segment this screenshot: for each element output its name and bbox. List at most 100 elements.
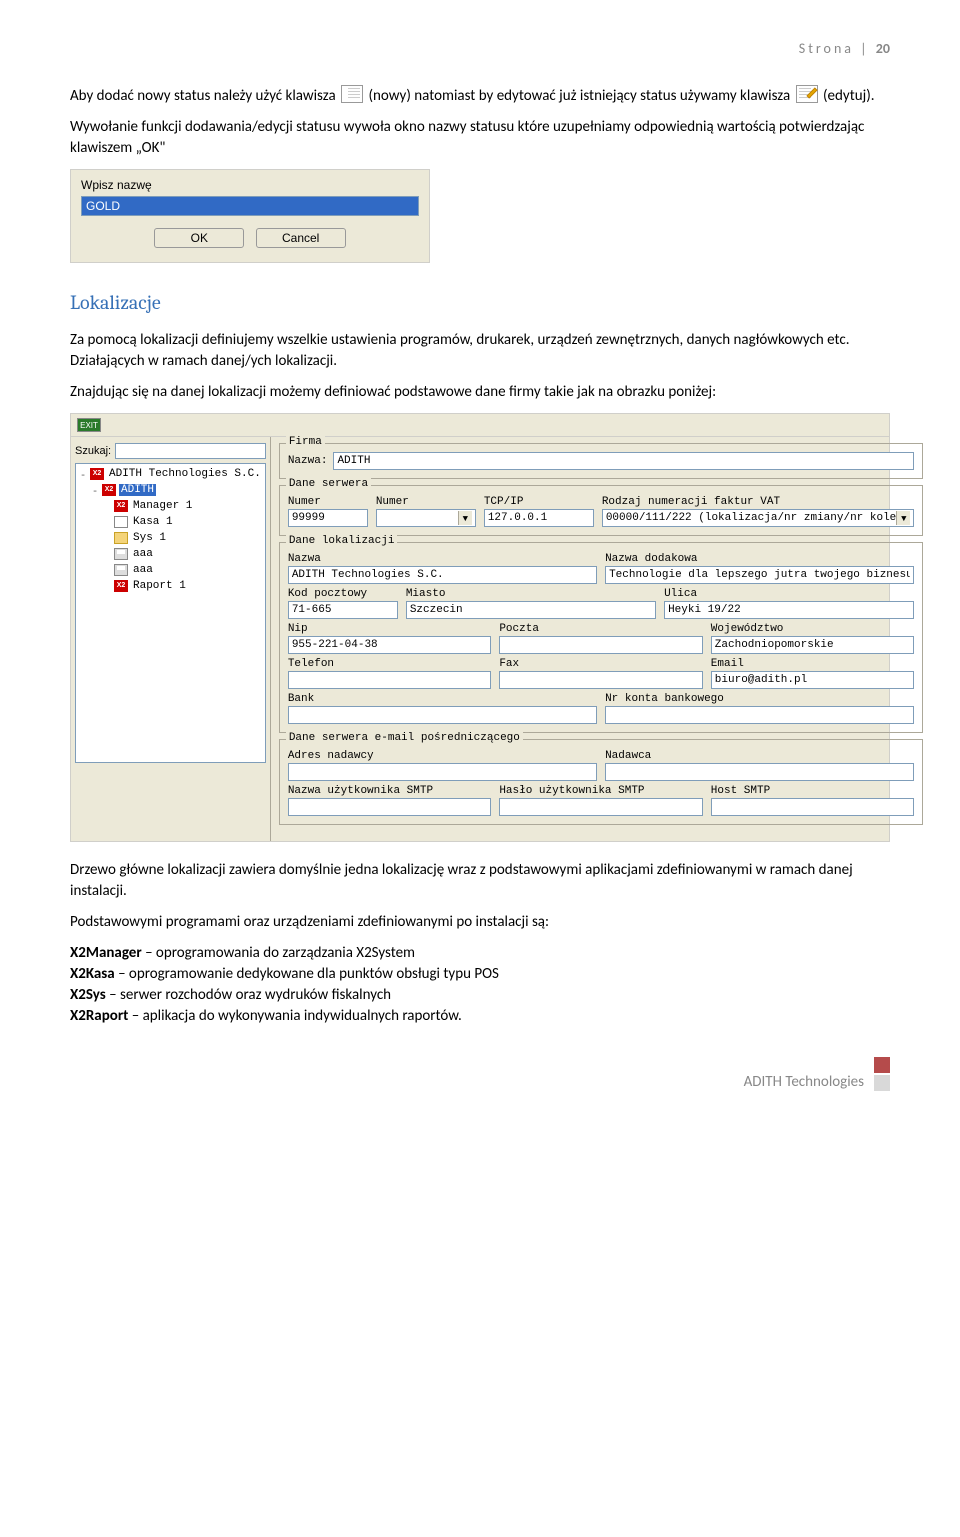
tree-collapse-icon[interactable]: - (78, 468, 88, 481)
ok-button[interactable]: OK (154, 228, 244, 248)
new-icon (341, 85, 363, 103)
apps-list: X2Manager – oprogramowania do zarządzani… (70, 943, 890, 1027)
lok-nazwa-dod-label: Nazwa dodakowa (605, 553, 914, 565)
groupbox-smtp: Dane serwera e-mail pośredniczącego Adre… (279, 739, 923, 825)
smtp-user-label: Nazwa użytkownika SMTP (288, 785, 491, 797)
document-icon (114, 516, 128, 528)
fax-input[interactable] (499, 671, 702, 689)
lok-nazwa-dod-input[interactable] (605, 566, 914, 584)
konto-input[interactable] (605, 706, 914, 724)
search-input[interactable] (115, 443, 266, 459)
x2-icon: X2 (114, 580, 128, 592)
miasto-label: Miasto (406, 588, 656, 600)
tree-row[interactable]: - X2 ADITH (78, 482, 263, 498)
footer-text: ADITH Technologies (744, 1073, 864, 1091)
tcpip-label: TCP/IP (484, 496, 594, 508)
tree-label: Sys 1 (131, 532, 168, 544)
dialog-name-input[interactable] (81, 196, 419, 216)
page-header-label: Strona | (799, 40, 870, 57)
tree-label: ADITH (119, 484, 156, 496)
tree-row[interactable]: aaa (78, 562, 263, 578)
tree-row[interactable]: - X2 ADITH Technologies S.C. (78, 466, 263, 482)
loc-paragraph-2: Znajdując się na danej lokalizacji możem… (70, 382, 890, 403)
groupbox-title: Dane serwera (286, 478, 371, 490)
groupbox-title: Dane serwera e-mail pośredniczącego (286, 732, 523, 744)
folder-icon (114, 532, 128, 544)
smtp-nadawca-input[interactable] (605, 763, 914, 781)
tree-label: aaa (131, 564, 155, 576)
chevron-down-icon: ▼ (896, 511, 910, 525)
intro-paragraph-1: Aby dodać nowy status należy użyć klawis… (70, 85, 890, 107)
firma-nazwa-label: Nazwa: (288, 455, 328, 467)
app-x2raport: X2Raport (70, 1007, 128, 1025)
x2-icon: X2 (102, 484, 116, 496)
groupbox-title: Firma (286, 436, 325, 448)
tree-row[interactable]: X2 Manager 1 (78, 498, 263, 514)
tel-input[interactable] (288, 671, 491, 689)
numer2-select[interactable]: ▼ (376, 509, 476, 527)
location-tree[interactable]: - X2 ADITH Technologies S.C. - X2 ADITH … (75, 463, 266, 763)
numer-input[interactable] (288, 509, 368, 527)
smtp-adres-input[interactable] (288, 763, 597, 781)
smtp-pass-label: Hasło użytkownika SMTP (499, 785, 702, 797)
search-label: Szukaj: (75, 445, 111, 457)
tree-row[interactable]: Sys 1 (78, 530, 263, 546)
kod-input[interactable] (288, 601, 398, 619)
exit-button[interactable]: EXIT (77, 418, 101, 432)
app-x2manager: X2Manager (70, 944, 142, 962)
firma-nazwa-input[interactable] (333, 452, 914, 470)
x2-icon: X2 (114, 500, 128, 512)
bank-label: Bank (288, 693, 597, 705)
chevron-down-icon: ▼ (458, 511, 472, 525)
intro-text-1b: (nowy) natomiast by edytować już istniej… (368, 87, 790, 105)
nip-label: Nip (288, 623, 491, 635)
vat-select[interactable]: 00000/111/222 (lokalizacja/nr zmiany/nr … (602, 509, 914, 527)
fax-label: Fax (499, 658, 702, 670)
intro-text-1a: Aby dodać nowy status należy użyć klawis… (70, 87, 336, 105)
smtp-adres-label: Adres nadawcy (288, 750, 597, 762)
app-x2raport-desc: – aplikacja do wykonywania indywidualnyc… (128, 1007, 461, 1025)
cancel-button[interactable]: Cancel (256, 228, 346, 248)
tel-label: Telefon (288, 658, 491, 670)
vat-value: 00000/111/222 (lokalizacja/nr zmiany/nr … (606, 512, 896, 524)
page-number: 20 (876, 40, 890, 57)
tree-row[interactable]: Kasa 1 (78, 514, 263, 530)
location-config-panel: EXIT Szukaj: - X2 ADITH Technologies S.C… (70, 413, 890, 842)
name-dialog: Wpisz nazwę OK Cancel (70, 169, 430, 263)
smtp-host-input[interactable] (711, 798, 914, 816)
nip-input[interactable] (288, 636, 491, 654)
smtp-pass-input[interactable] (499, 798, 702, 816)
intro-text-1c: (edytuj). (823, 87, 875, 105)
bank-input[interactable] (288, 706, 597, 724)
app-x2kasa: X2Kasa (70, 965, 115, 983)
email-label: Email (711, 658, 914, 670)
smtp-user-input[interactable] (288, 798, 491, 816)
vat-label: Rodzaj numeracji faktur VAT (602, 496, 914, 508)
intro-paragraph-2: Wywołanie funkcji dodawania/edycji statu… (70, 117, 890, 159)
app-x2sys-desc: – serwer rozchodów oraz wydruków fiskaln… (106, 986, 391, 1004)
loc-paragraph-1: Za pomocą lokalizacji definiujemy wszelk… (70, 330, 890, 372)
tree-label: Manager 1 (131, 500, 194, 512)
woj-label: Województwo (711, 623, 914, 635)
groupbox-lokalizacja: Dane lokalizacji Nazwa Nazwa dodakowa (279, 542, 923, 733)
x2-icon: X2 (90, 468, 104, 480)
ulica-label: Ulica (664, 588, 914, 600)
miasto-input[interactable] (406, 601, 656, 619)
ulica-input[interactable] (664, 601, 914, 619)
app-x2manager-desc: – oprogramowania do zarządzania X2System (142, 944, 415, 962)
woj-input[interactable] (711, 636, 914, 654)
app-x2kasa-desc: – oprogramowanie dedykowane dla punktów … (115, 965, 499, 983)
poczta-input[interactable] (499, 636, 702, 654)
printer-icon (114, 564, 128, 576)
groupbox-serwer: Dane serwera Numer Numer ▼ (279, 485, 923, 536)
tree-row[interactable]: X2 Raport 1 (78, 578, 263, 594)
edit-icon (796, 85, 818, 103)
after-paragraph-1: Drzewo główne lokalizacji zawiera domyśl… (70, 860, 890, 902)
tree-collapse-icon[interactable]: - (90, 484, 100, 497)
smtp-host-label: Host SMTP (711, 785, 914, 797)
lok-nazwa-input[interactable] (288, 566, 597, 584)
email-input[interactable] (711, 671, 914, 689)
tcpip-input[interactable] (484, 509, 594, 527)
tree-row[interactable]: aaa (78, 546, 263, 562)
numer2-label: Numer (376, 496, 476, 508)
